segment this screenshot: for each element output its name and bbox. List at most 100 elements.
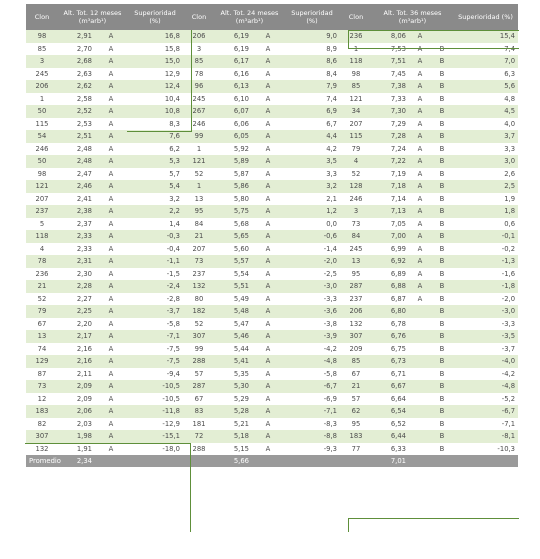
table-cell: A [95,405,127,418]
table-cell: 2,48 [58,155,95,168]
table-cell: 2,25 [58,305,95,318]
table-cell: 1,9 [453,192,519,205]
table-cell: -1,4 [284,242,340,255]
table-cell: 6,88 [372,280,409,293]
table-cell: B [431,392,454,405]
table-cell: A [409,242,431,255]
table-cell: A [409,30,431,43]
table-cell: B [431,155,454,168]
table-cell: A [252,217,284,230]
table-cell [409,380,431,393]
table-cell: 2,09 [58,380,95,393]
table-cell: B [431,442,454,455]
table-cell: B [431,55,454,68]
table-cell: 6,80 [372,305,409,318]
table-cell: 85 [26,42,58,55]
table-cell: A [409,130,431,143]
table-cell: A [95,280,127,293]
table-cell: 7,6 [127,130,183,143]
table-cell: 7,38 [372,80,409,93]
table-cell: 6,75 [372,342,409,355]
table-cell: 6,92 [372,255,409,268]
table-cell: B [431,317,454,330]
table-cell: A [95,255,127,268]
table-cell: 307 [340,330,372,343]
table-cell: A [252,405,284,418]
table-cell: -3,5 [453,330,519,343]
table-cell: 307 [26,430,58,443]
table-cell: 2,58 [58,92,95,105]
table-cell: A [252,55,284,68]
table-cell: A [409,55,431,68]
table-cell: 6,71 [372,367,409,380]
table-cell: 7,53 [372,42,409,55]
table-cell: 7,00 [372,230,409,243]
table-cell: 246 [26,142,58,155]
table-cell: 5,18 [215,430,252,443]
table-cell: 1,4 [127,217,183,230]
table-cell: 5,30 [215,380,252,393]
table-cell: 7,4 [284,92,340,105]
table-cell: B [431,242,454,255]
table-cell: 2,11 [58,367,95,380]
table-cell: 6,10 [215,92,252,105]
table-cell: 85 [340,80,372,93]
table-cell: 121 [26,180,58,193]
table-cell: A [95,442,127,455]
table-cell: 2,47 [58,167,95,180]
table-cell: 3,3 [284,167,340,180]
table-cell: 181 [183,417,215,430]
table-cell: 183 [340,430,372,443]
table-body: 98 2,91 A 16,8 206 6,19 A 9,0 236 8,06 A 15,4 85 2,70… [26,30,519,455]
superiority-table: Clon Alt. Tot. 12 meses (m³arb¹) Superio… [26,4,519,467]
table-cell: A [95,192,127,205]
table-cell: 2,33 [58,230,95,243]
table-cell: 6,17 [215,55,252,68]
table-cell: -2,5 [284,267,340,280]
table-cell: 118 [26,230,58,243]
table-cell: 99 [183,130,215,143]
table-cell: 3 [340,205,372,218]
table-cell: 6,7 [284,117,340,130]
table-cell: B [431,280,454,293]
table-row: 67 2,20 A -5,8 52 5,47 A -3,8 132 6,78 B -3,3 [26,317,519,330]
table-row: 78 2,31 A -1,1 73 5,57 A -2,0 13 6,92 A B -1,3 [26,255,519,268]
table-cell: 5,46 [215,330,252,343]
table-cell: 7,05 [372,217,409,230]
footer-avg-36: 7,01 [372,455,409,467]
table-cell: 6,3 [453,67,519,80]
table-cell: B [431,142,454,155]
table-cell: 8,6 [284,55,340,68]
table-cell: A [409,292,431,305]
table-cell: B [431,367,454,380]
table-cell: -7,5 [127,355,183,368]
table-cell: 15,4 [453,30,519,43]
table-row: 85 2,70 A 15,8 3 6,19 A 8,9 1 7,53 A B 7,4 [26,42,519,55]
table-cell: B [431,167,454,180]
table-cell: A [95,180,127,193]
table-cell: A [252,230,284,243]
table-cell: -3,3 [453,317,519,330]
table-cell: 5,7 [127,167,183,180]
table-cell: 6,54 [372,405,409,418]
table-cell: 6,16 [215,67,252,80]
table-cell: A [95,392,127,405]
table-cell: -7,1 [453,417,519,430]
table-cell: 1,91 [58,442,95,455]
table-cell: A [95,267,127,280]
table-cell: 1 [340,42,372,55]
table-cell: B [431,355,454,368]
table-cell: 83 [183,405,215,418]
table-cell: 5,89 [215,155,252,168]
table-cell: B [431,92,454,105]
table-cell: 245 [26,67,58,80]
table-cell: -6,7 [453,405,519,418]
table-cell: 206 [183,30,215,43]
table-cell: 5,49 [215,292,252,305]
table-cell: 245 [340,242,372,255]
table-cell: 237 [26,205,58,218]
table-cell: 2,63 [58,67,95,80]
table-cell: A [252,67,284,80]
table-cell: 74 [26,342,58,355]
table-cell: 57 [340,392,372,405]
